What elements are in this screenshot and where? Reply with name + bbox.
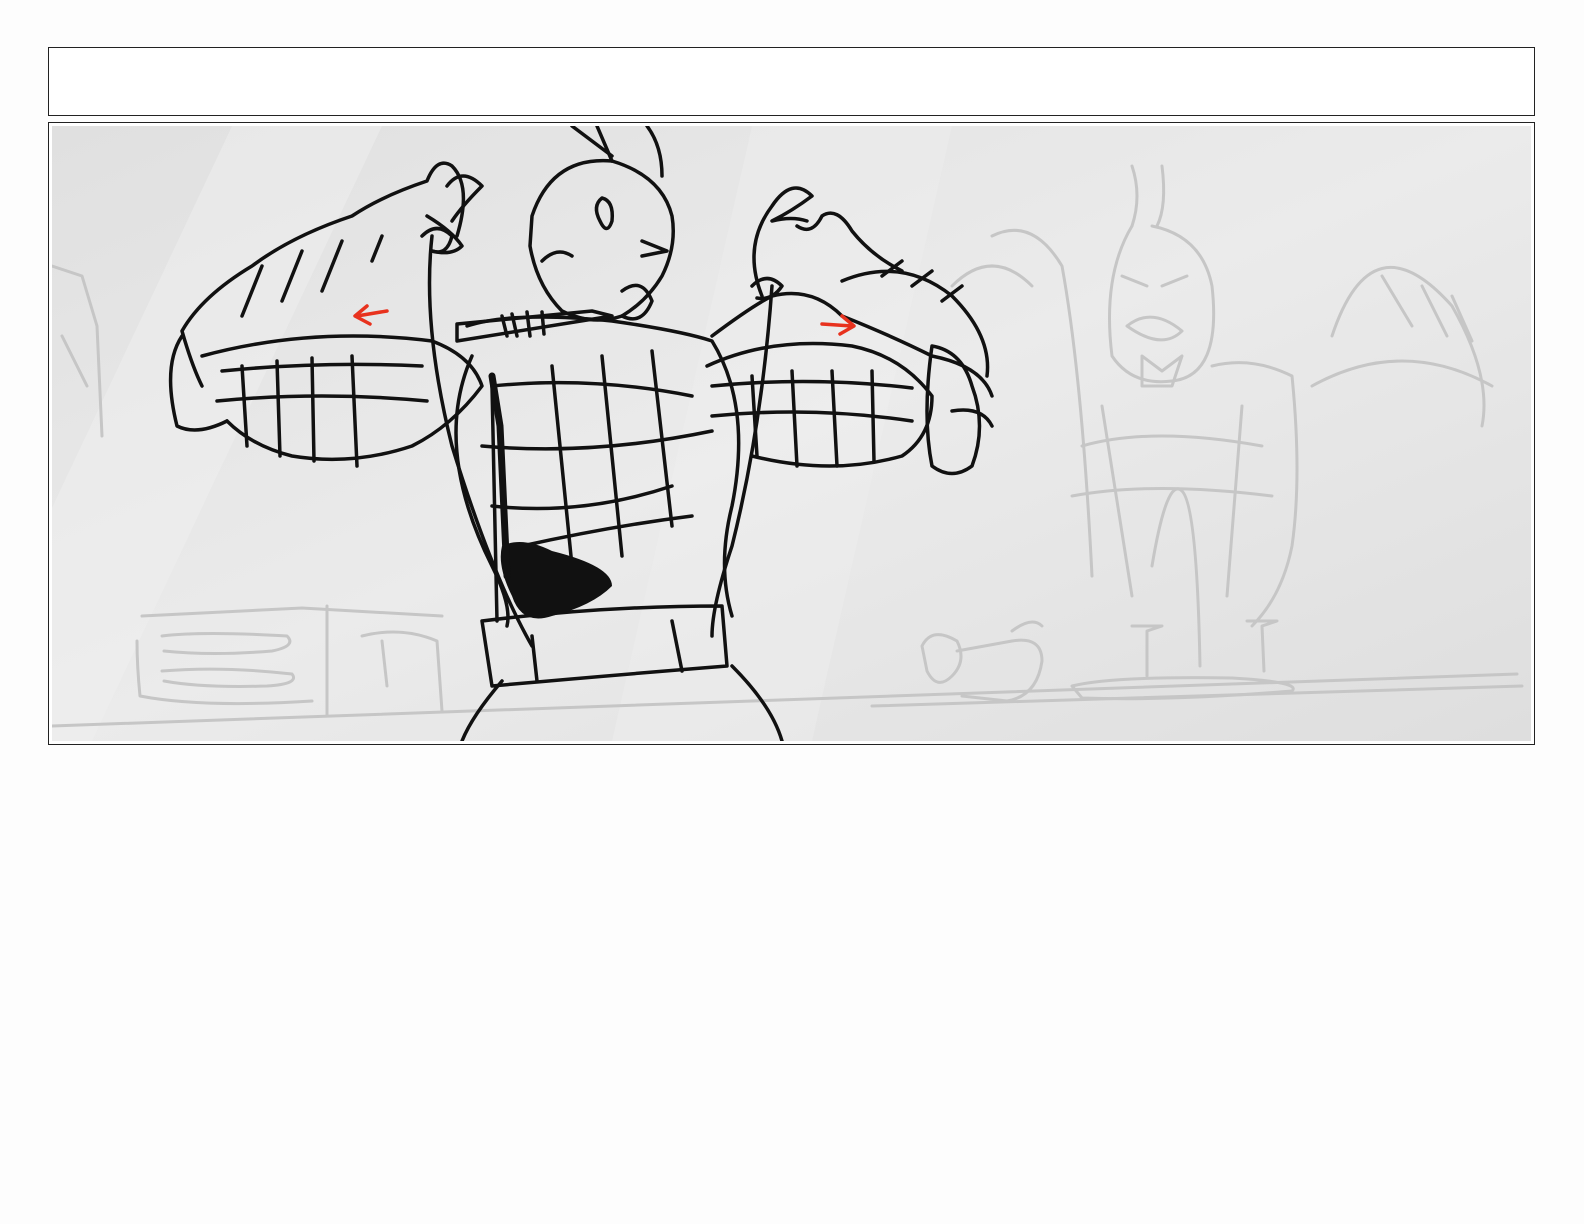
- storyboard-panel: [48, 122, 1535, 745]
- caption-box[interactable]: [48, 47, 1535, 116]
- storyboard-sketch: [52, 126, 1531, 741]
